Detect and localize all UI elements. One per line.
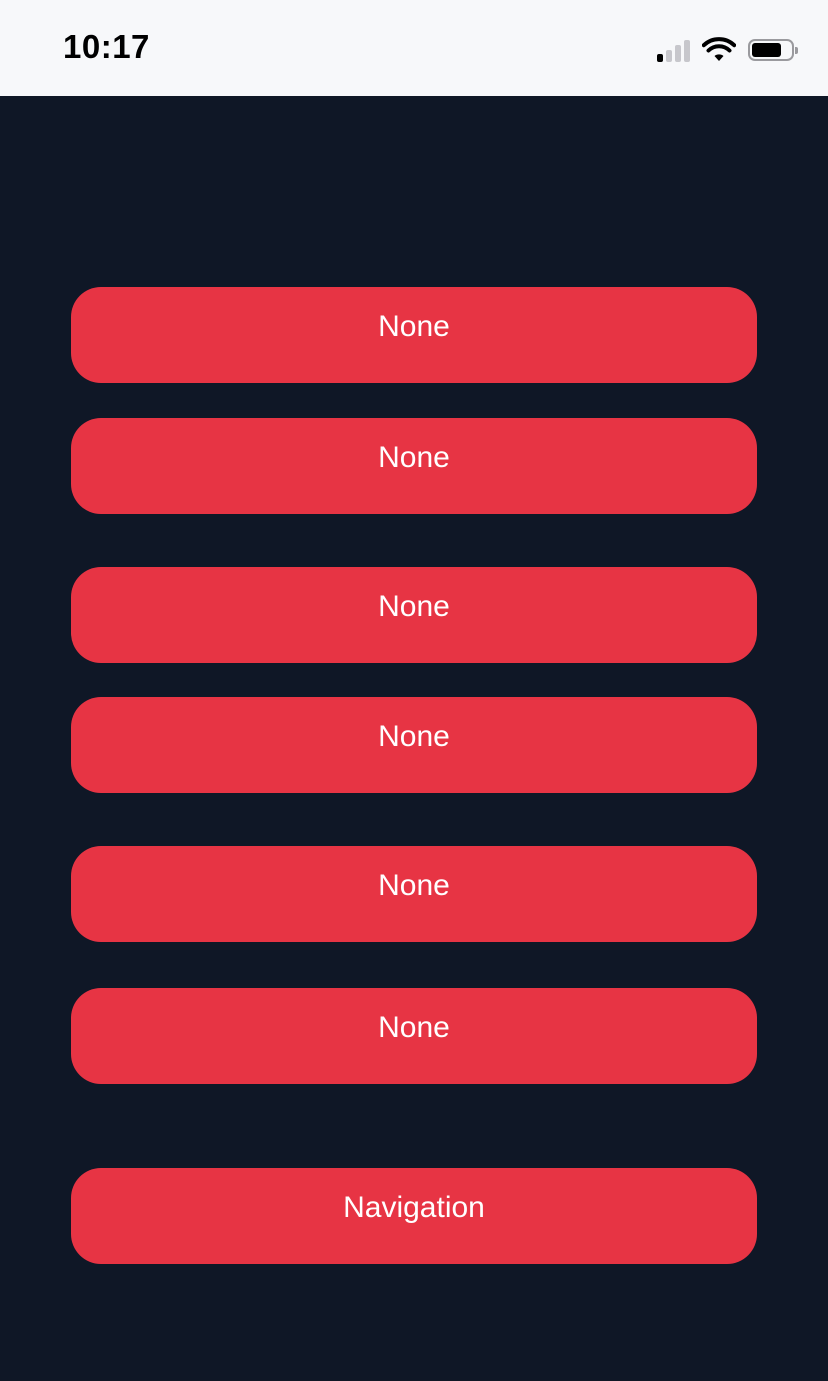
battery-icon: [748, 39, 798, 61]
navigation-button[interactable]: Navigation: [71, 1168, 757, 1264]
cellular-signal-icon: [657, 38, 690, 62]
none-button-6[interactable]: None: [71, 988, 757, 1084]
status-bar: 10:17: [0, 0, 828, 96]
none-button-4[interactable]: None: [71, 697, 757, 793]
status-time: 10:17: [63, 28, 150, 65]
status-icons: [657, 36, 798, 64]
none-button-1[interactable]: None: [71, 287, 757, 383]
none-button-5[interactable]: None: [71, 846, 757, 942]
none-button-3[interactable]: None: [71, 567, 757, 663]
none-button-2[interactable]: None: [71, 418, 757, 514]
battery-level-fill: [752, 43, 781, 57]
wifi-icon: [702, 37, 736, 61]
